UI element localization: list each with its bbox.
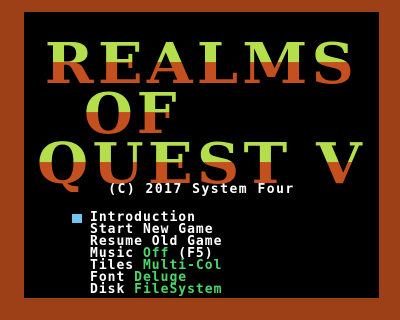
- screen-border: REALMS OF QUEST V (C) 2017 System Four I…: [0, 0, 400, 320]
- title-screen: REALMS OF QUEST V (C) 2017 System Four I…: [24, 12, 379, 298]
- copyright-notice: (C) 2017 System Four: [108, 182, 295, 197]
- menu-item-disk[interactable]: Disk FileSystem: [72, 282, 372, 297]
- main-menu: Introduction Start New Game Resume Old G…: [72, 211, 372, 297]
- game-title-line-1: REALMS: [24, 36, 379, 92]
- menu-item-label: Disk: [90, 282, 126, 297]
- disk-setting-value: FileSystem: [134, 282, 223, 297]
- selection-cursor-icon: [72, 214, 82, 223]
